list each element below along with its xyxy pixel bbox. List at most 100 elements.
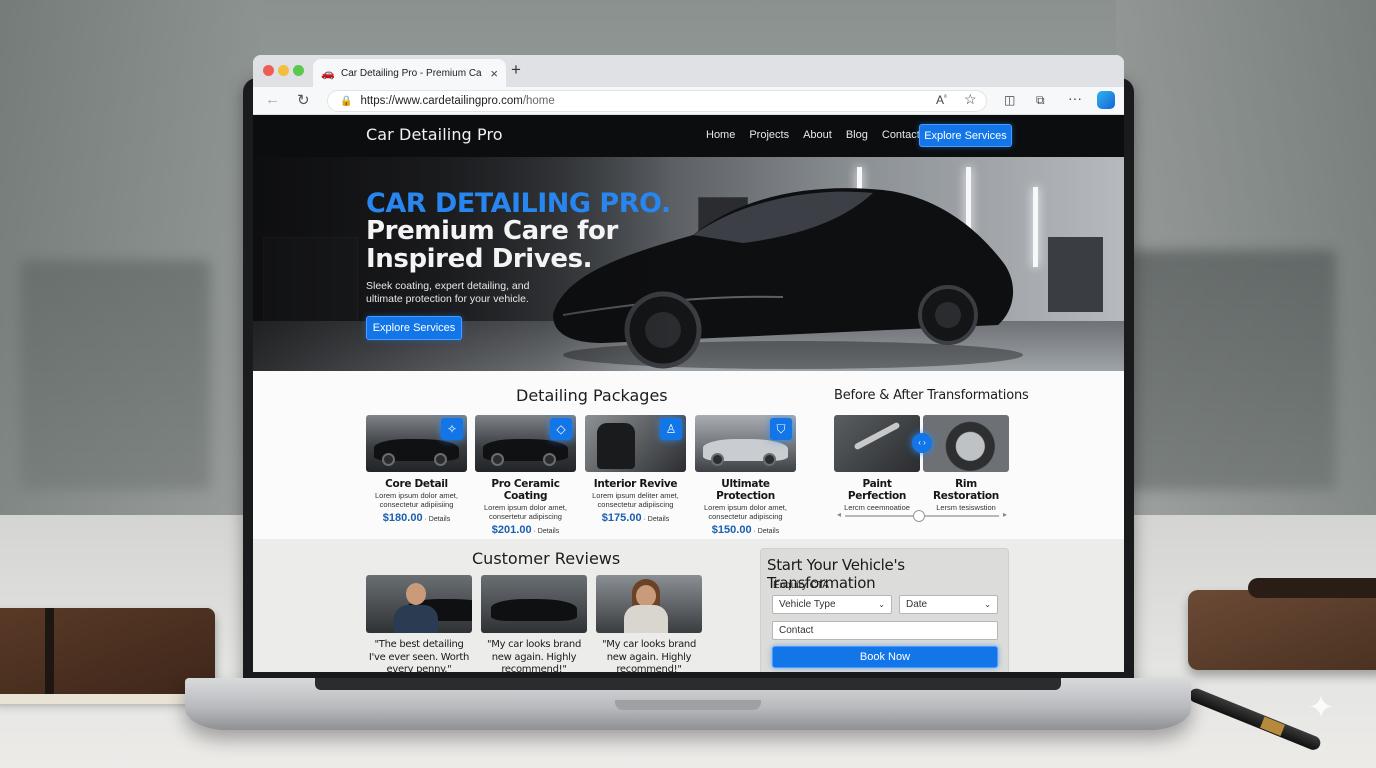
background-shelf-left (20, 260, 210, 490)
back-arrow-icon[interactable]: ← (265, 91, 280, 108)
package-image: ◇ (475, 415, 576, 472)
copilot-icon[interactable] (1097, 91, 1115, 109)
leather-notebook-left (0, 608, 215, 704)
review-card: "My car looks brand new again. Highly re… (481, 575, 587, 672)
package-name: Interior Revive (593, 478, 678, 490)
package-price: $201.00 (491, 524, 532, 536)
more-icon[interactable]: ··· (1068, 90, 1082, 106)
lock-icon: 🔒 (340, 95, 353, 107)
packages-section: Detailing Packages ✧ Core Detail Lorem i… (253, 371, 1124, 539)
tab-bar: 🚗 Car Detailing Pro - Premium Ca × + (253, 55, 1124, 87)
nav-link-about[interactable]: About (803, 129, 832, 141)
chevron-down-icon: ⌄ (878, 600, 885, 609)
laptop-base (185, 678, 1191, 730)
before-after-name: Rim Restoration (933, 478, 999, 502)
review-car-photo (481, 575, 587, 633)
review-quote: "My car looks brand new again. Highly re… (486, 639, 581, 672)
before-after-card-paint: Paint Perfection Lercm ceemnoatioe (834, 415, 920, 512)
car-favicon-icon: 🚗 (321, 67, 335, 80)
hero-brand-heading: CAR DETAILING PRO. (366, 188, 671, 219)
nav-link-projects[interactable]: Projects (749, 129, 789, 141)
browser-toolbar: ← ↻ 🔒 https://www.cardetailingpro.com/ho… (253, 87, 1124, 115)
package-image: ♙ (585, 415, 686, 472)
sparkle-icon: ✧ (441, 418, 463, 440)
review-card: "The best detailing I've ever seen. Wort… (366, 575, 472, 672)
package-card-pro-ceramic-coating[interactable]: ◇ Pro Ceramic Coating Lorem ipsum dolor … (475, 415, 576, 536)
review-quote: "My car looks brand new again. Highly re… (601, 639, 696, 672)
package-description: Lorem ipsum dolor amet, consectetur adip… (704, 503, 787, 521)
hero-heading: Premium Care for Inspired Drives. (366, 216, 618, 274)
reload-icon[interactable]: ↻ (297, 91, 310, 109)
address-bar[interactable]: 🔒 https://www.cardetailingpro.com/home (327, 90, 987, 112)
browser-tab[interactable]: 🚗 Car Detailing Pro - Premium Ca × (313, 59, 506, 87)
package-price: $150.00 (711, 524, 752, 536)
minimize-window-button[interactable] (278, 65, 289, 76)
package-description: Lorem ipsum deliter amet, consectetur ad… (592, 491, 679, 509)
maximize-window-button[interactable] (293, 65, 304, 76)
nav-explore-services-button[interactable]: Explore Services (919, 124, 1012, 147)
leather-notebook-right (1188, 578, 1376, 670)
package-name: Core Detail (385, 478, 448, 490)
star-icon[interactable]: ☆ (964, 91, 977, 108)
package-image: ⛉ (695, 415, 796, 472)
review-quote: "The best detailing I've ever seen. Wort… (368, 639, 470, 672)
nav-link-contact[interactable]: Contact (882, 129, 920, 141)
package-name: Pro Ceramic Coating (491, 478, 560, 502)
chevron-down-icon: ⌄ (984, 600, 991, 609)
package-image: ✧ (366, 415, 467, 472)
seat-icon: ♙ (660, 418, 682, 440)
package-card-ultimate-protection[interactable]: ⛉ Ultimate Protection Lorem ipsum dolor … (695, 415, 796, 536)
before-after-card-rim: Rim Restoration Lersm tesiswstion (923, 415, 1009, 512)
shield-icon: ⛉ (770, 418, 792, 440)
contact-field[interactable]: Contact (772, 621, 998, 640)
nav-link-blog[interactable]: Blog (846, 129, 868, 141)
reviews-section: Customer Reviews "The best detailing I'v… (253, 539, 1124, 672)
extensions-icon[interactable]: ⧉ (1036, 93, 1045, 108)
read-aloud-icon[interactable]: Aᵃ (936, 93, 947, 107)
package-details-link[interactable]: · Details (425, 516, 451, 523)
rim-restoration-image (923, 415, 1009, 472)
before-after-heading: Before & After Transformations (834, 388, 1029, 403)
package-details-link[interactable]: · Details (754, 528, 780, 535)
reviews-heading: Customer Reviews (472, 549, 621, 568)
hero-subtitle: Sleek coating, expert detailing, and ult… (366, 280, 530, 305)
enquiry-subtitle: Enquiry CTA (773, 580, 829, 591)
package-details-link[interactable]: · Details (644, 516, 670, 523)
package-details-link[interactable]: · Details (534, 528, 560, 535)
package-name: Ultimate Protection (716, 478, 775, 502)
slider-left-arrow-icon[interactable]: ◂ (837, 510, 841, 519)
before-after-name: Paint Perfection (847, 478, 907, 502)
hero-section: CAR DETAILING PRO. Premium Care for Insp… (253, 157, 1124, 371)
package-price: $180.00 (382, 512, 423, 524)
hero-explore-services-button[interactable]: Explore Services (366, 316, 462, 340)
site-navbar: Car Detailing Pro Home Projects About Bl… (253, 115, 1124, 157)
tab-title: Car Detailing Pro - Premium Ca (341, 67, 482, 79)
package-price: $175.00 (601, 512, 642, 524)
close-window-button[interactable] (263, 65, 274, 76)
review-card: "My car looks brand new again. Highly re… (596, 575, 702, 672)
new-tab-button[interactable]: + (511, 60, 521, 80)
package-description: Lorem ipsum dolor amet, consectetur adip… (375, 491, 458, 509)
background-shelf-right (1126, 250, 1336, 490)
package-card-core-detail[interactable]: ✧ Core Detail Lorem ipsum dolor amet, co… (366, 415, 467, 524)
before-after-slider[interactable]: ◂ ▸ (837, 510, 1007, 522)
book-now-button[interactable]: Book Now (772, 646, 998, 668)
compare-handle-icon[interactable]: ‹ › (912, 433, 932, 453)
split-screen-icon[interactable]: ◫ (1004, 93, 1015, 107)
package-card-interior-revive[interactable]: ♙ Interior Revive Lorem ipsum deliter am… (585, 415, 686, 524)
slider-knob[interactable] (913, 510, 925, 522)
nav-links: Home Projects About Blog Contact (706, 129, 920, 141)
packages-heading: Detailing Packages (516, 386, 668, 405)
date-select[interactable]: Date ⌄ (899, 595, 998, 614)
package-description: Lorem ipsum dolor amet, consertetur adip… (484, 503, 567, 521)
url-text: https://www.cardetailingpro.com/home (360, 95, 555, 107)
nav-link-home[interactable]: Home (706, 129, 735, 141)
site-brand[interactable]: Car Detailing Pro (366, 125, 503, 144)
slider-right-arrow-icon[interactable]: ▸ (1003, 510, 1007, 519)
vehicle-type-select[interactable]: Vehicle Type ⌄ (772, 595, 892, 614)
enquiry-form: Start Your Vehicle's Transformation Enqu… (760, 548, 1009, 672)
browser-window: 🚗 Car Detailing Pro - Premium Ca × + ← ↻… (253, 55, 1124, 672)
paint-perfection-image (834, 415, 920, 472)
reviewer-photo (596, 575, 702, 633)
tab-close-icon[interactable]: × (490, 66, 498, 81)
